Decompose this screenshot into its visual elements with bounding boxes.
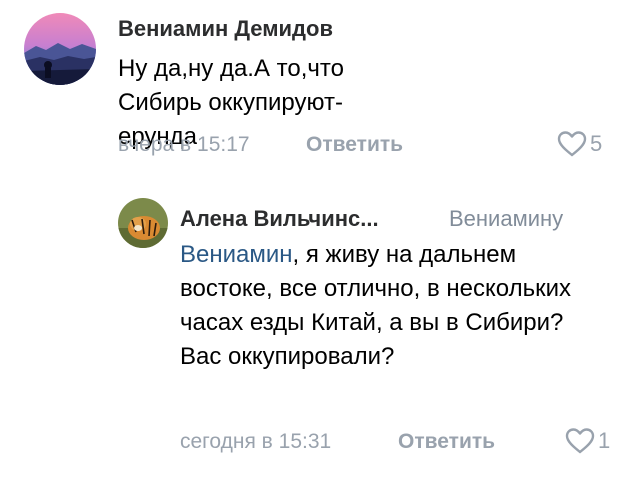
- reply-time: сегодня в 15:31: [180, 430, 332, 453]
- mention-link[interactable]: Вениамин: [180, 241, 293, 268]
- comment: Вениамин Демидов Ну да,ну да.А то,что Си…: [0, 0, 640, 180]
- like-count: 1: [598, 428, 611, 453]
- comment-time: вчера в 15:17: [118, 133, 250, 156]
- avatar[interactable]: [118, 198, 168, 248]
- reply-text: Вениамин, я живу на дальнем востоке, все…: [180, 238, 600, 374]
- comment-author[interactable]: Вениамин Демидов: [118, 16, 333, 42]
- avatar-landscape-image: [24, 13, 96, 85]
- reply-button[interactable]: Ответить: [306, 133, 403, 157]
- reply-to-link[interactable]: Вениамину: [449, 206, 563, 232]
- avatar-tiger-image: [118, 198, 168, 248]
- like-count: 5: [590, 131, 603, 156]
- reply-button[interactable]: Ответить: [398, 430, 495, 454]
- avatar[interactable]: [24, 13, 96, 85]
- like-button[interactable]: 5: [556, 130, 602, 158]
- like-button[interactable]: 1: [564, 427, 610, 455]
- reply-comment: Алена Вильчинс... Вениамину Вениамин, я …: [0, 180, 640, 485]
- reply-author[interactable]: Алена Вильчинс...: [180, 206, 379, 232]
- heart-icon: [565, 428, 595, 454]
- heart-icon: [557, 131, 587, 157]
